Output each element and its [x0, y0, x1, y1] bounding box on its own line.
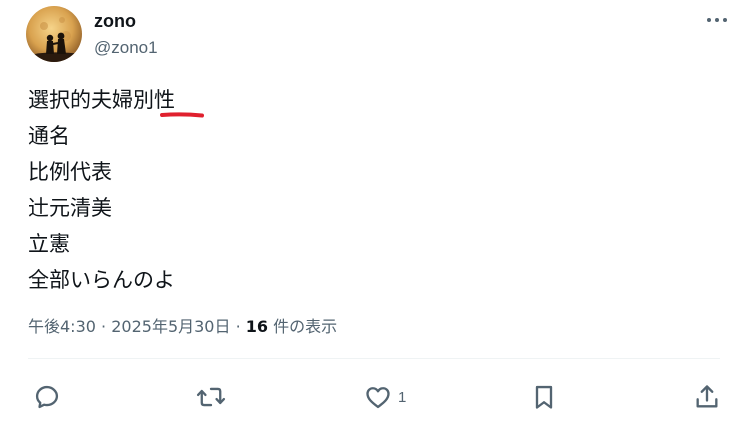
tweet-meta: 午後4:30 · 2025年5月30日 · 16 件の表示 — [28, 316, 337, 338]
tweet-card: zono @zono1 選択的夫婦別性 通名 比例代表 辻元清美 立憲 全部いら… — [0, 0, 748, 424]
more-options-button[interactable] — [700, 6, 734, 34]
tweet-line: 比例代表 — [28, 160, 112, 184]
more-horizontal-icon — [707, 18, 727, 22]
tweet-line: 立憲 — [28, 232, 70, 256]
reply-button[interactable] — [33, 380, 67, 414]
like-button[interactable]: 1 — [364, 380, 406, 414]
display-name[interactable]: zono — [94, 10, 136, 32]
tweet-date[interactable]: 2025年5月30日 — [111, 317, 230, 336]
share-icon — [696, 385, 718, 408]
tweet-line: 通名 — [28, 124, 70, 148]
tweet-text: 選択的夫婦別性 通名 比例代表 辻元清美 立憲 全部いらんのよ — [28, 82, 708, 298]
bookmark-button[interactable] — [530, 380, 564, 414]
tweet-line: 選択的夫婦別性 — [28, 88, 175, 112]
divider — [28, 358, 720, 359]
tweet-time[interactable]: 午後4:30 — [28, 317, 96, 336]
meta-separator: · — [235, 317, 241, 336]
red-underline-annotation — [160, 112, 204, 118]
reply-icon — [35, 385, 59, 409]
retweet-button[interactable] — [196, 380, 232, 414]
retweet-icon — [196, 387, 226, 407]
views-label[interactable]: 件の表示 — [273, 317, 337, 336]
bookmark-icon — [535, 385, 553, 409]
avatar-image — [26, 6, 82, 62]
user-handle[interactable]: @zono1 — [94, 37, 158, 59]
meta-separator: · — [101, 317, 107, 336]
avatar[interactable] — [26, 6, 82, 62]
heart-icon — [366, 387, 390, 409]
views-count[interactable]: 16 — [246, 317, 268, 336]
tweet-line: 辻元清美 — [28, 196, 112, 220]
share-button[interactable] — [693, 380, 721, 414]
tweet-line: 全部いらんのよ — [28, 268, 175, 292]
like-count: 1 — [398, 388, 407, 406]
